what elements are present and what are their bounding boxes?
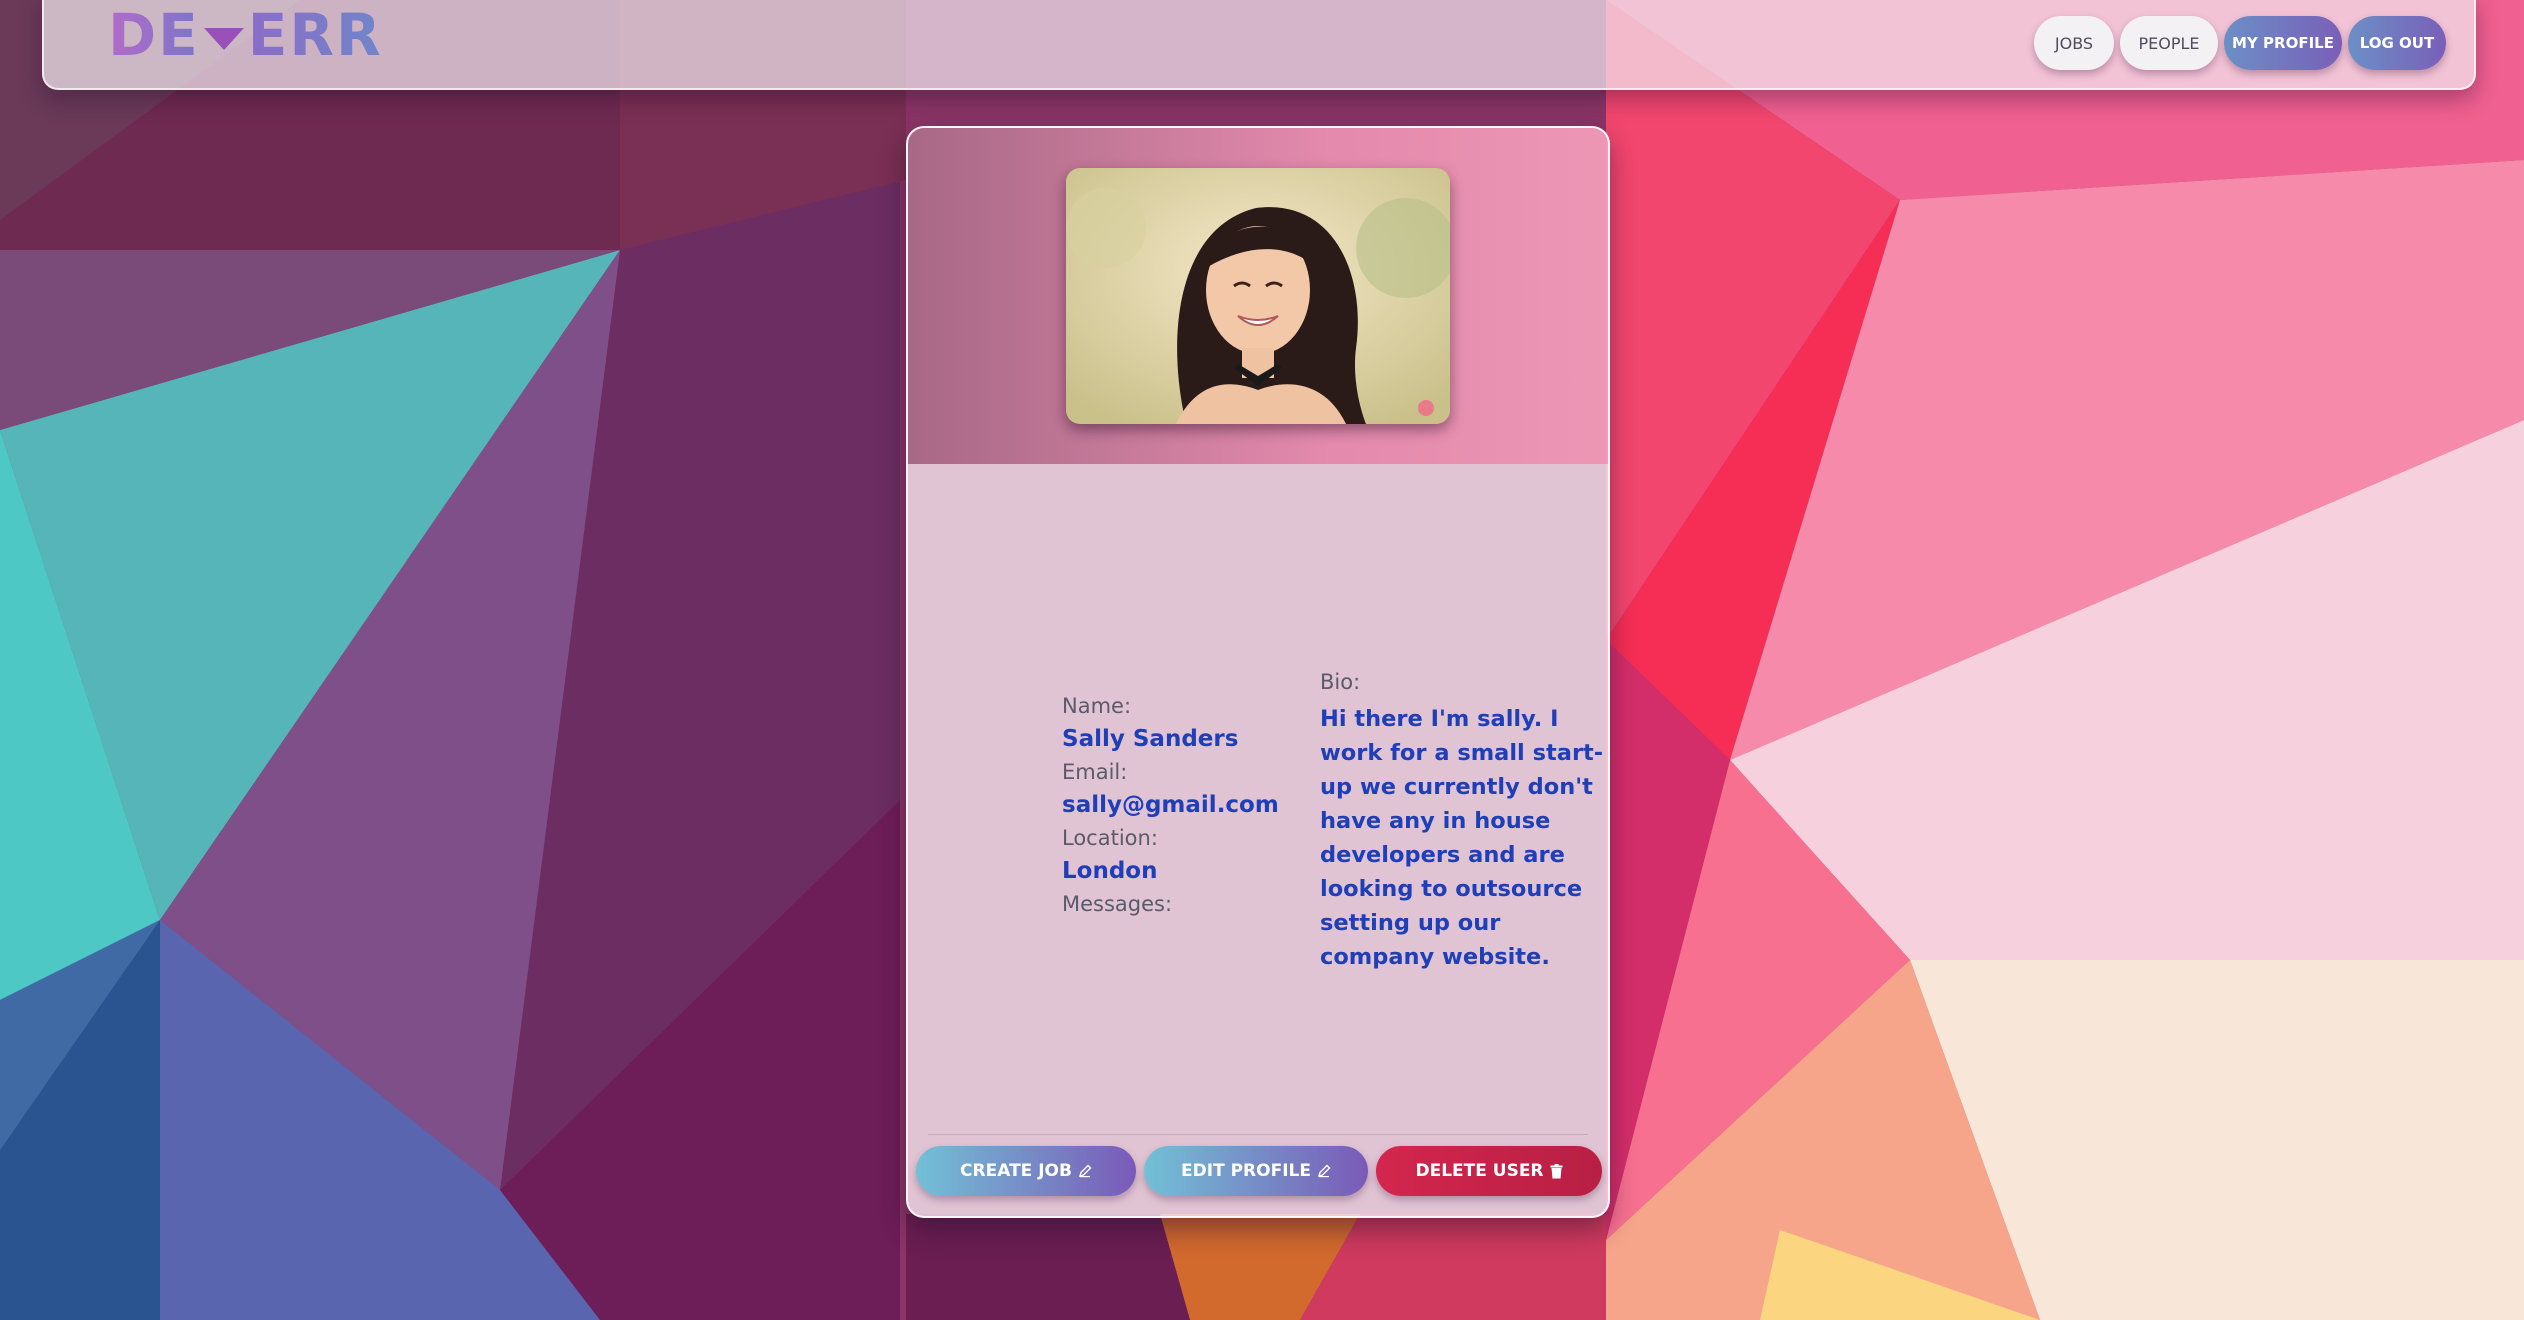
nav-jobs-button[interactable]: JOBS bbox=[2034, 16, 2114, 70]
bio-text: Hi there I'm sally. I work for a small s… bbox=[1320, 706, 1604, 970]
edit-profile-button[interactable]: EDIT PROFILE bbox=[1144, 1146, 1368, 1196]
top-navbar: DE ERR JOBS PEOPLE MY PROFILE LOG OUT bbox=[42, 0, 2476, 90]
profile-details: Name: Sally Sanders Email: sally@gmail.c… bbox=[1062, 690, 1302, 920]
trash-icon bbox=[1550, 1163, 1563, 1178]
delete-user-label: DELETE USER bbox=[1415, 1161, 1544, 1181]
actions-divider bbox=[928, 1134, 1588, 1135]
location-value: London bbox=[1062, 858, 1158, 884]
profile-card: Name: Sally Sanders Email: sally@gmail.c… bbox=[906, 126, 1610, 1218]
profile-photo bbox=[1066, 168, 1450, 424]
app-logo[interactable]: DE ERR bbox=[108, 0, 383, 70]
logo-text-end: ERR bbox=[247, 1, 383, 69]
nav-people-button[interactable]: PEOPLE bbox=[2120, 16, 2218, 70]
pencil-icon bbox=[1317, 1164, 1331, 1178]
profile-actions: CREATE JOB EDIT PROFILE DELETE USER bbox=[916, 1146, 1602, 1196]
profile-photo-image bbox=[1066, 168, 1450, 424]
main-nav: JOBS PEOPLE MY PROFILE LOG OUT bbox=[2034, 16, 2446, 70]
logo-triangle-icon bbox=[203, 28, 244, 50]
create-job-button[interactable]: CREATE JOB bbox=[916, 1146, 1136, 1196]
location-label: Location: bbox=[1062, 826, 1158, 850]
delete-user-button[interactable]: DELETE USER bbox=[1376, 1146, 1602, 1196]
pencil-icon bbox=[1078, 1164, 1092, 1178]
profile-bio: Bio: Hi there I'm sally. I work for a sm… bbox=[1320, 666, 1606, 974]
name-label: Name: bbox=[1062, 694, 1132, 718]
messages-label: Messages: bbox=[1062, 892, 1173, 916]
email-label: Email: bbox=[1062, 760, 1128, 784]
logo-text-start: DE bbox=[108, 1, 200, 69]
name-value: Sally Sanders bbox=[1062, 726, 1239, 752]
edit-profile-label: EDIT PROFILE bbox=[1181, 1161, 1311, 1181]
email-value: sally@gmail.com bbox=[1062, 792, 1279, 818]
bio-label: Bio: bbox=[1320, 670, 1361, 694]
nav-log-out-button[interactable]: LOG OUT bbox=[2348, 16, 2446, 70]
create-job-label: CREATE JOB bbox=[960, 1161, 1072, 1181]
nav-my-profile-button[interactable]: MY PROFILE bbox=[2224, 16, 2342, 70]
